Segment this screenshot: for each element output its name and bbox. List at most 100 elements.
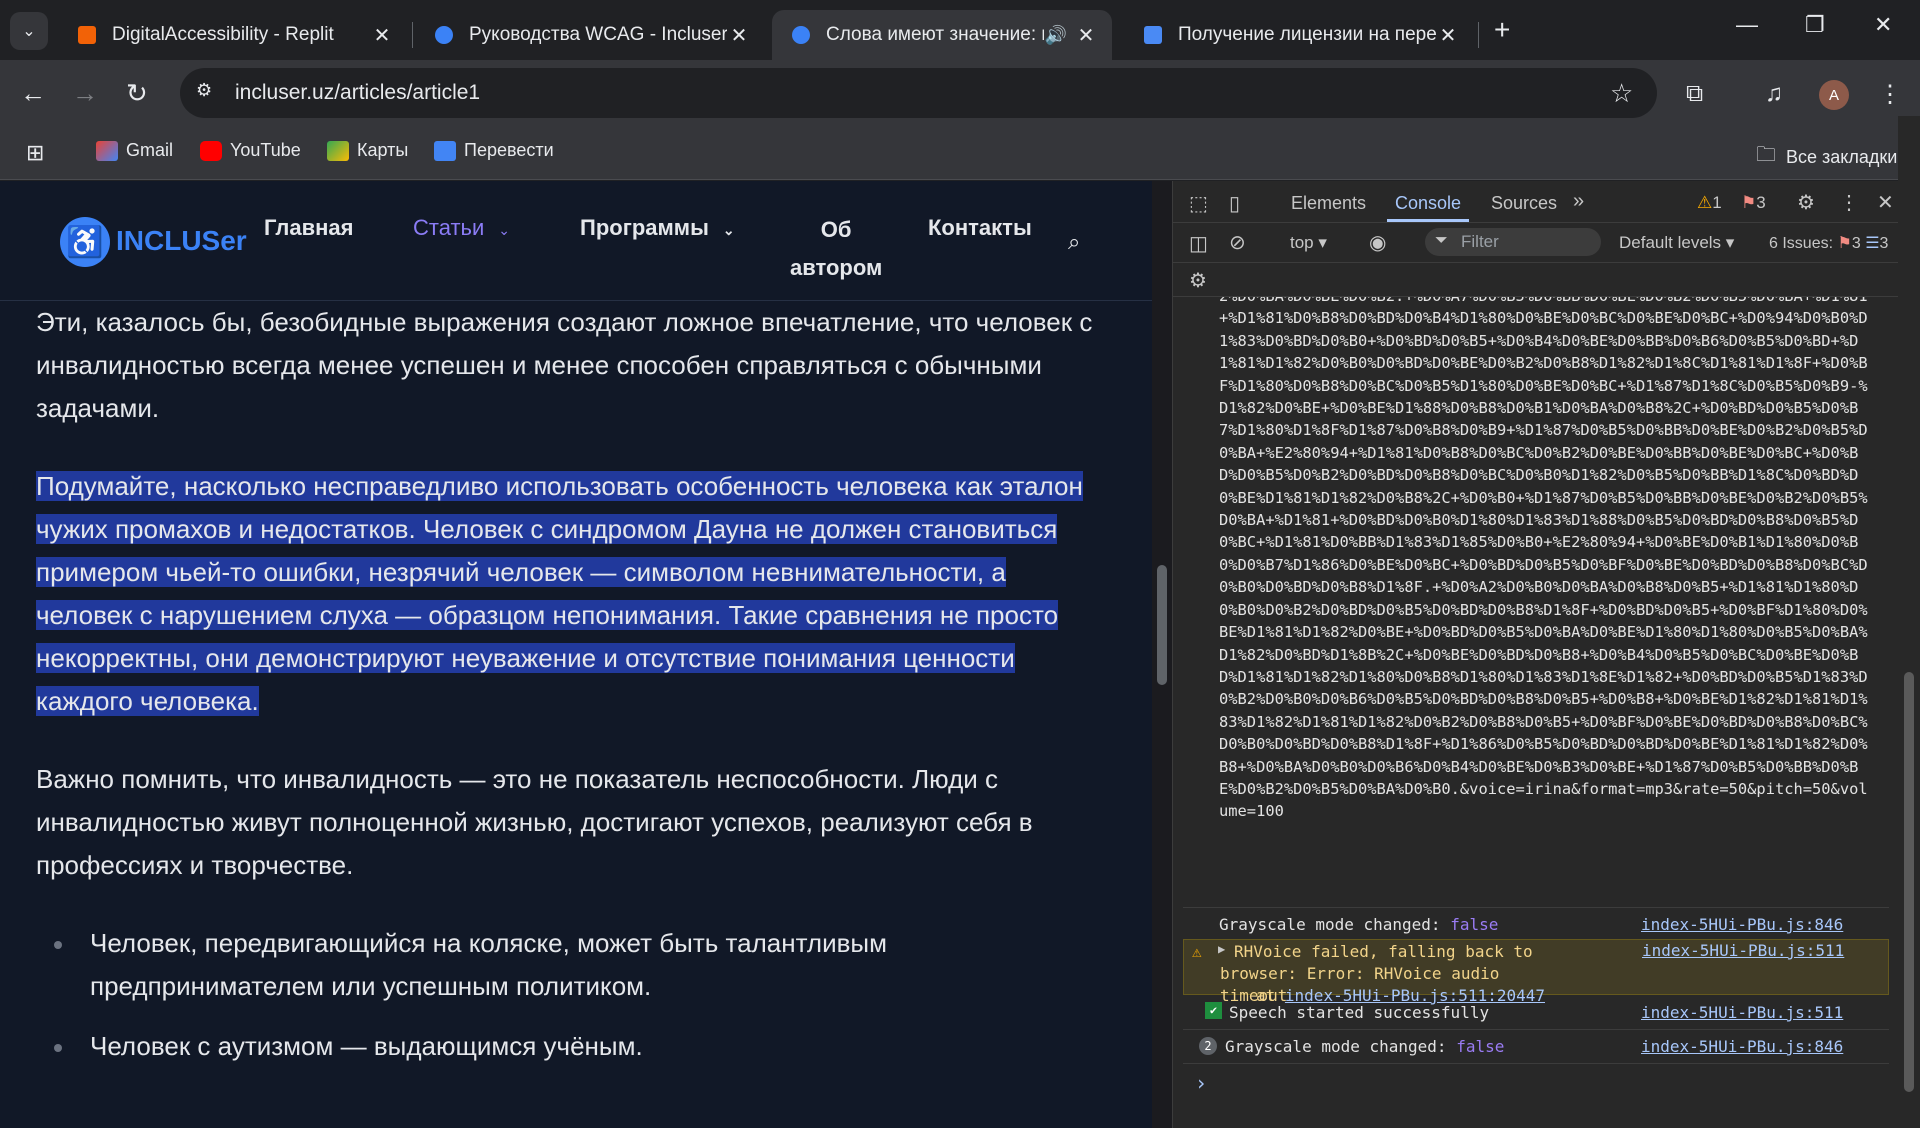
tab-console[interactable]: Console — [1395, 193, 1461, 214]
site-logo-text[interactable]: INCLUSer — [116, 225, 247, 257]
site-header: ♿ INCLUSer Главная Статьи ⌄ Программы ⌄ Об… — [0, 181, 1152, 301]
bookmark-star-icon[interactable]: ☆ — [1610, 78, 1633, 109]
new-tab-icon[interactable]: + — [1494, 14, 1510, 46]
tab-wcag[interactable]: Руководства WCAG - Incluser ✕ — [415, 10, 765, 60]
nav-articles[interactable]: Статьи ⌄ — [413, 215, 510, 241]
nav-label: Об — [820, 217, 852, 242]
sidebar-toggle-icon[interactable]: ◫ — [1189, 231, 1208, 256]
bookmark-gmail[interactable]: Gmail — [96, 140, 173, 161]
restore-icon[interactable]: ❐ — [1805, 12, 1825, 38]
incluser-favicon-icon — [435, 26, 453, 44]
console-log-grayscale: Grayscale mode changed: false index-5HUi… — [1173, 915, 1899, 941]
console-prompt[interactable]: › — [1173, 1071, 1899, 1097]
nav-label: Статьи — [413, 215, 485, 240]
issues-counter[interactable]: 6 Issues: ⚑3 ☰3 — [1769, 233, 1888, 253]
console-warning-rhvoice: ⚠ ▶ RHVoice failed, falling back to brow… — [1183, 939, 1889, 1005]
profile-avatar[interactable]: A — [1819, 80, 1849, 110]
log-source-link[interactable]: index-5HUi-PBu.js:511 — [1642, 941, 1844, 960]
tab-search-button[interactable]: ⌄ — [10, 12, 48, 50]
log-value: false — [1456, 1037, 1505, 1056]
nav-contacts[interactable]: Контакты — [928, 215, 1032, 241]
tab-title: DigitalAccessibility - Replit — [112, 24, 334, 45]
tab-title: Получение лицензии на перег — [1178, 24, 1436, 45]
menu-kebab-icon[interactable]: ⋮ — [1878, 80, 1902, 109]
warning-icon: ⚠ — [1192, 942, 1202, 961]
page-scrollbar-thumb[interactable] — [1157, 565, 1167, 685]
devtools-menu-icon[interactable]: ⋮ — [1839, 190, 1859, 215]
live-expression-eye-icon[interactable]: ◉ — [1369, 230, 1386, 255]
close-tab-icon[interactable]: ✕ — [1074, 23, 1098, 48]
inspect-element-icon[interactable]: ⬚ — [1189, 191, 1208, 216]
nav-about[interactable]: Об автором — [790, 211, 882, 287]
log-source-link[interactable]: index-5HUi-PBu.js:846 — [1641, 915, 1843, 934]
log-divider — [1183, 1029, 1889, 1030]
context-selector[interactable]: top ▾ — [1290, 233, 1327, 253]
bookmark-youtube[interactable]: YouTube — [200, 140, 301, 161]
more-tabs-icon[interactable]: » — [1573, 190, 1584, 213]
selected-line: Подумайте, насколько несправедливо испол… — [36, 471, 1083, 501]
tab-strip: ⌄ DigitalAccessibility - Replit ✕ Руково… — [0, 0, 1920, 60]
article-body: Эти, казалось бы, безобидные выражения с… — [36, 301, 1116, 1085]
speaker-icon[interactable]: 🔊 — [1044, 25, 1068, 46]
apps-grid-icon[interactable]: ⊞ — [26, 140, 44, 166]
log-divider — [1183, 907, 1889, 908]
site-info-icon[interactable]: ⚙ — [196, 80, 222, 106]
back-icon[interactable]: ← — [20, 78, 46, 109]
error-count[interactable]: ⚑3 — [1741, 193, 1766, 213]
tab-replit[interactable]: DigitalAccessibility - Replit ✕ — [58, 10, 408, 60]
log-text: Speech started successfully — [1229, 1003, 1490, 1022]
nav-home[interactable]: Главная — [264, 215, 353, 241]
close-tab-icon[interactable]: ✕ — [1436, 23, 1460, 48]
minimize-icon[interactable]: — — [1736, 12, 1758, 38]
search-icon[interactable]: ⌕ — [1068, 229, 1080, 255]
chevron-down-icon: ⌄ — [722, 222, 735, 238]
translate-icon — [434, 140, 456, 161]
settings-gear-icon[interactable]: ⚙ — [1797, 190, 1815, 215]
all-bookmarks-button[interactable]: 🗀 Все закладки — [1756, 140, 1897, 174]
bookmark-translate[interactable]: Перевести — [434, 140, 554, 161]
prompt-chevron-icon: › — [1195, 1071, 1208, 1095]
media-control-icon[interactable]: ♫ — [1765, 80, 1783, 108]
close-devtools-icon[interactable]: ✕ — [1877, 190, 1894, 215]
tab-elements[interactable]: Elements — [1291, 193, 1366, 214]
issues-info-count: 3 — [1879, 235, 1889, 252]
log-levels-dropdown[interactable]: Default levels ▾ — [1619, 233, 1734, 253]
filter-icon: ⏷ — [1435, 232, 1448, 249]
bookmark-maps[interactable]: Карты — [327, 140, 408, 161]
log-divider — [1183, 1063, 1889, 1064]
reload-icon[interactable]: ↻ — [126, 78, 148, 109]
checklist-favicon-icon — [1144, 26, 1162, 44]
log-value: false — [1450, 915, 1499, 934]
url-text[interactable]: incluser.uz/articles/article1 — [235, 81, 480, 105]
selected-line: чужих промахов и недостатков. Человек с … — [36, 514, 1058, 544]
tab-sources[interactable]: Sources — [1491, 193, 1557, 214]
folder-icon: 🗀 — [1756, 144, 1776, 166]
list-item: Человек с аутизмом — выдающимся учёным. — [36, 1025, 1116, 1068]
accessibility-logo-icon[interactable]: ♿ — [60, 217, 110, 267]
console-output: 2%D0%BA%D0%BE%D0%B2.+%D0%A7%D0%B5%D0%BB%… — [1173, 297, 1899, 1128]
nav-programs[interactable]: Программы ⌄ — [580, 215, 735, 241]
bookmark-label: YouTube — [230, 140, 301, 160]
warning-count[interactable]: ⚠1 — [1697, 193, 1722, 213]
console-scrollbar-thumb[interactable] — [1904, 672, 1914, 1092]
log-source-link[interactable]: index-5HUi-PBu.js:846 — [1641, 1037, 1843, 1056]
forward-icon[interactable]: → — [72, 78, 98, 109]
selected-line: человек с нарушением слуха — образцом не… — [36, 600, 1059, 630]
close-window-icon[interactable]: ✕ — [1874, 12, 1892, 38]
extensions-icon[interactable]: ⧉ — [1686, 80, 1703, 108]
log-text: Grayscale mode changed: — [1219, 915, 1451, 934]
filter-input[interactable]: Filter — [1425, 228, 1601, 256]
tab-license[interactable]: Получение лицензии на перег ✕ — [1124, 10, 1474, 60]
bookmark-label: Gmail — [126, 140, 174, 160]
close-tab-icon[interactable]: ✕ — [727, 23, 751, 48]
error-count-value: 3 — [1756, 193, 1766, 212]
device-toolbar-icon[interactable]: ▯ — [1229, 191, 1240, 216]
clear-console-icon[interactable]: ⊘ — [1229, 230, 1246, 255]
selected-line: каждого человека. — [36, 686, 259, 716]
nav-label: Программы — [580, 215, 709, 240]
chevron-down-icon: ⌄ — [498, 222, 511, 238]
close-tab-icon[interactable]: ✕ — [370, 23, 394, 48]
console-settings-gear-icon[interactable]: ⚙ — [1189, 268, 1207, 293]
tab-words-matter[interactable]: Слова имеют значение: ка 🔊 ✕ — [772, 10, 1112, 60]
log-source-link[interactable]: index-5HUi-PBu.js:511 — [1641, 1003, 1843, 1022]
